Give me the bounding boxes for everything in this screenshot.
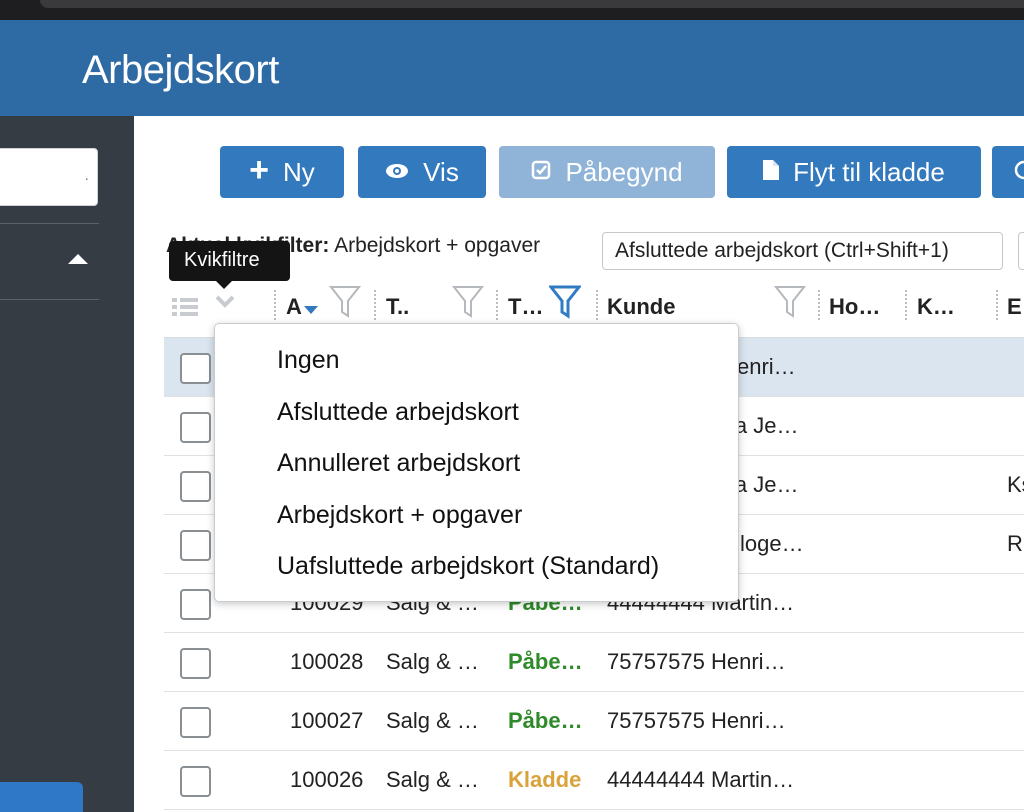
column-header-ho[interactable]: Ho… xyxy=(829,294,880,320)
sidebar-search-input[interactable]: . xyxy=(0,148,98,206)
chevron-down-icon[interactable] xyxy=(214,292,236,315)
row-checkbox[interactable] xyxy=(180,353,211,384)
cell-id: 100028 xyxy=(290,649,364,674)
quickfilter-current: Arbejdskort + opgaver xyxy=(334,234,541,257)
new-button-label: Ny xyxy=(283,156,315,187)
more-actions-button[interactable] xyxy=(992,146,1024,198)
filter-active-icon[interactable] xyxy=(549,284,581,320)
column-header-status[interactable]: T… xyxy=(508,294,543,320)
plus-icon: + xyxy=(249,151,270,189)
sidebar-bottom-button[interactable] xyxy=(0,782,83,812)
cell-status: Påbe… xyxy=(508,649,583,674)
column-separator xyxy=(996,290,998,320)
row-checkbox[interactable] xyxy=(180,766,211,797)
dropdown-item-cancelled[interactable]: Annulleret arbejdskort xyxy=(277,449,520,478)
cell-status: Kladde xyxy=(508,767,582,792)
check-square-icon xyxy=(531,160,551,184)
window-top-bar-inner xyxy=(40,0,1024,8)
view-button[interactable]: Vis xyxy=(358,146,486,198)
column-header-e[interactable]: E xyxy=(1007,294,1022,320)
dropdown-item-completed[interactable]: Afsluttede arbejdskort xyxy=(277,398,519,427)
cell-customer: ia Je… xyxy=(730,472,799,497)
column-header-k[interactable]: K… xyxy=(917,294,955,320)
window-top-bar xyxy=(0,0,1024,20)
filter-icon[interactable] xyxy=(774,284,806,320)
row-checkbox[interactable] xyxy=(180,530,211,561)
table-row[interactable]: 100027 Salg & … Påbe… 75757575 Henri… xyxy=(164,692,1024,751)
column-separator xyxy=(496,290,498,320)
column-separator xyxy=(374,290,376,320)
cell-extra: R xyxy=(1007,531,1023,556)
page-title: Arbejdskort xyxy=(82,48,279,92)
quickfilter-dropdown: Ingen Afsluttede arbejdskort Annulleret … xyxy=(214,323,739,602)
sidebar: . xyxy=(0,116,134,812)
quickfilter-pill[interactable]: Afsluttede arbejdskort (Ctrl+Shift+1) xyxy=(602,232,1003,270)
cell-type: Salg & … xyxy=(386,767,479,792)
document-icon xyxy=(763,160,780,184)
eye-icon xyxy=(385,161,409,183)
page-header: Arbejdskort xyxy=(0,20,1024,116)
dropdown-item-uncompleted[interactable]: Uafsluttede arbejdskort (Standard) xyxy=(277,552,659,581)
sidebar-divider xyxy=(0,299,99,300)
column-separator xyxy=(274,290,276,320)
cell-customer: enri… xyxy=(737,354,796,379)
row-checkbox[interactable] xyxy=(180,648,211,679)
cell-customer: ia Je… xyxy=(730,413,799,438)
cell-id: 100026 xyxy=(290,767,364,792)
table-row[interactable]: 100028 Salg & … Påbe… 75757575 Henri… xyxy=(164,633,1024,692)
new-button[interactable]: + Ny xyxy=(220,146,344,198)
search-input-text: . xyxy=(84,167,89,184)
filter-icon[interactable] xyxy=(329,284,361,320)
row-checkbox[interactable] xyxy=(180,412,211,443)
table-row[interactable]: 100026 Salg & … Kladde 44444444 Martin… xyxy=(164,751,1024,810)
start-button-label: Påbegynd xyxy=(565,156,683,187)
dropdown-item-none[interactable]: Ingen xyxy=(277,346,340,375)
cell-id: 100027 xyxy=(290,708,364,733)
cell-type: Salg & … xyxy=(386,708,479,733)
move-to-draft-label: Flyt til kladde xyxy=(793,156,945,187)
sidebar-divider xyxy=(0,223,99,224)
cell-type: Salg & … xyxy=(386,649,479,674)
column-header-id[interactable]: A xyxy=(286,294,302,320)
row-checkbox[interactable] xyxy=(180,707,211,738)
chevron-up-icon[interactable] xyxy=(68,254,88,264)
row-checkbox[interactable] xyxy=(180,471,211,502)
list-icon[interactable] xyxy=(172,296,198,323)
filter-icon[interactable] xyxy=(452,284,484,320)
column-header-customer[interactable]: Kunde xyxy=(607,294,675,320)
column-header-type[interactable]: T.. xyxy=(386,294,409,320)
move-to-draft-button[interactable]: Flyt til kladde xyxy=(727,146,981,198)
quickfilter-pill-next[interactable] xyxy=(1018,232,1024,270)
tooltip-quickfilters: Kvikfiltre xyxy=(169,241,290,289)
cell-customer: 44444444 Martin… xyxy=(607,767,795,792)
clock-icon xyxy=(1014,160,1024,184)
cell-customer: loge… xyxy=(740,531,804,556)
cell-status: Påbe… xyxy=(508,708,583,733)
start-button[interactable]: Påbegynd xyxy=(499,146,715,198)
view-button-label: Vis xyxy=(423,156,459,187)
column-separator xyxy=(905,290,907,320)
cell-customer: 75757575 Henri… xyxy=(607,708,786,733)
dropdown-item-workcards-tasks[interactable]: Arbejdskort + opgaver xyxy=(277,501,522,530)
cell-customer: 75757575 Henri… xyxy=(607,649,786,674)
column-separator xyxy=(596,290,598,320)
sort-desc-icon[interactable] xyxy=(304,306,318,314)
cell-extra: Ks xyxy=(1007,472,1024,497)
column-separator xyxy=(818,290,820,320)
row-checkbox[interactable] xyxy=(180,589,211,620)
